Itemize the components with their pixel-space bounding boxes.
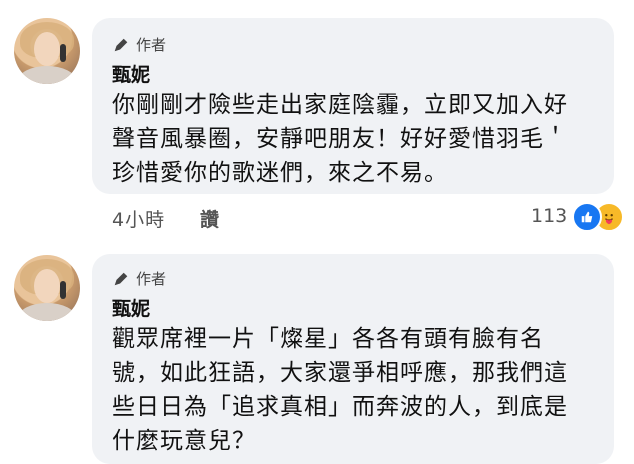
comment-text: 你剛剛才險些走出家庭陰霾，立即又加入好 聲音風暴圈，安靜吧朋友！好好愛惜羽毛＇ … <box>112 92 568 186</box>
comment-text: 觀眾席裡一片「燦星」各各有頭有臉有名 號，如此狂語，大家還爭相呼應，那我們這 些… <box>112 326 568 454</box>
thumbs-up-icon <box>581 211 593 223</box>
commenter-name[interactable]: 甄妮 <box>112 294 150 321</box>
avatar[interactable] <box>14 255 80 321</box>
reaction-count[interactable]: 113 <box>531 205 567 227</box>
author-badge: 作者 <box>112 268 166 289</box>
like-icon[interactable] <box>572 202 602 232</box>
author-tag-label: 作者 <box>136 270 167 288</box>
comment-bubble: 作者 甄妮 觀眾席裡一片「燦星」各各有頭有臉有名 號，如此狂語，大家還爭相呼應，… <box>92 254 614 464</box>
comment-time[interactable]: 4小時 <box>112 205 165 232</box>
comment-bubble: 作者 甄妮 你剛剛才險些走出家庭陰霾，立即又加入好 聲音風暴圈，安靜吧朋友！好好… <box>92 18 614 194</box>
author-tag-label: 作者 <box>136 36 167 54</box>
pen-icon <box>114 272 128 285</box>
like-comment-button[interactable]: 讚 <box>200 205 221 232</box>
care-face-icon <box>605 214 613 225</box>
author-badge: 作者 <box>112 34 166 55</box>
pen-icon <box>114 38 128 51</box>
avatar[interactable] <box>14 18 80 84</box>
commenter-name[interactable]: 甄妮 <box>112 60 150 87</box>
